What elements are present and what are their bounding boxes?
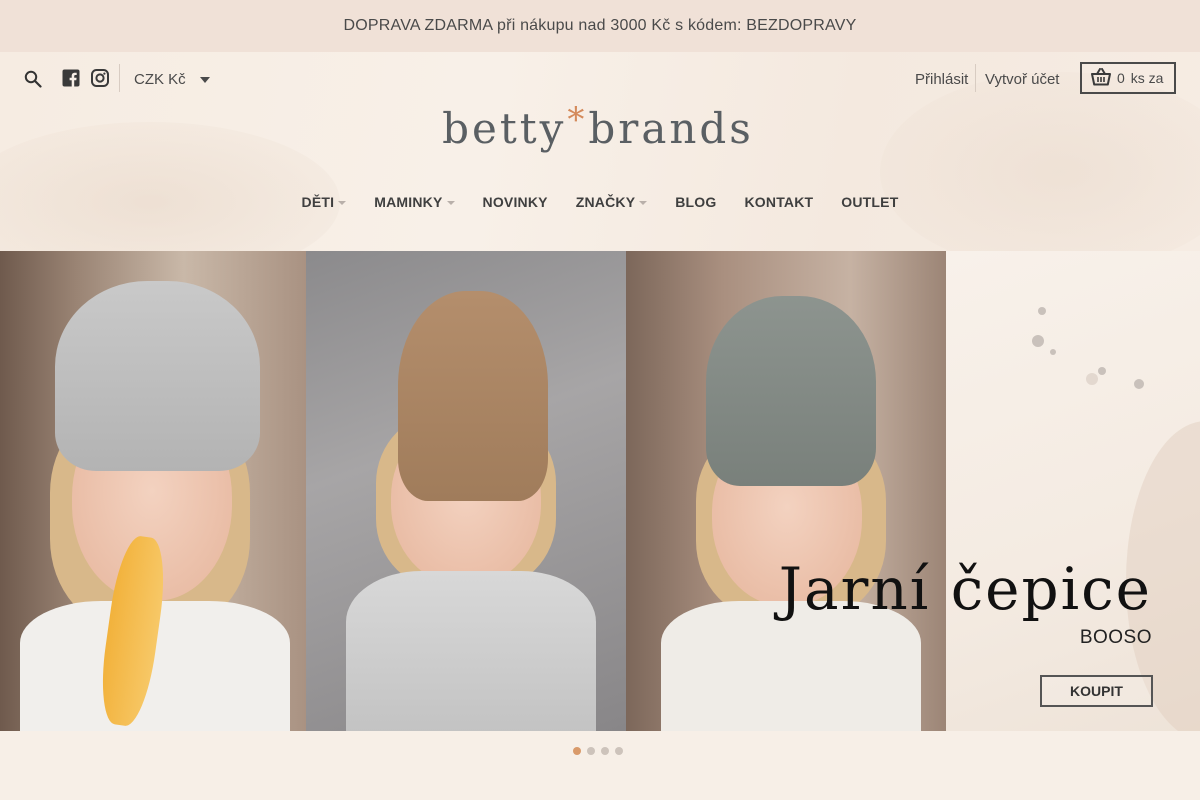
nav-item-znacky[interactable]: ZNAČKY <box>576 190 648 214</box>
nav-item-blog[interactable]: BLOG <box>675 190 716 214</box>
divider <box>975 64 976 92</box>
main-navigation: DĚTI MAMINKY NOVINKY ZNAČKY BLOG KONTAKT… <box>0 190 1200 214</box>
announcement-bar: DOPRAVA ZDARMA při nákupu nad 3000 Kč s … <box>0 0 1200 52</box>
hero-photo-camel-beanie <box>306 251 626 731</box>
buy-button[interactable]: KOUPIT <box>1040 675 1153 707</box>
nav-item-maminky[interactable]: MAMINKY <box>374 190 455 214</box>
slider-dot-3[interactable] <box>601 747 609 755</box>
hero-photo-sage-beanie <box>626 251 946 731</box>
nav-item-outlet[interactable]: OUTLET <box>841 190 898 214</box>
nav-item-novinky[interactable]: NOVINKY <box>483 190 548 214</box>
facebook-icon[interactable] <box>62 69 80 87</box>
cart-button[interactable]: 0 ks za <box>1080 62 1176 94</box>
hero-text-panel <box>946 251 1200 731</box>
divider <box>119 64 120 92</box>
hero-photo-grey-beanie <box>0 251 306 731</box>
nav-item-deti[interactable]: DĚTI <box>302 190 347 214</box>
chevron-down-icon <box>338 201 347 205</box>
logo-text-brands: brands <box>588 103 754 153</box>
currency-value: CZK Kč <box>134 70 186 88</box>
nav-item-kontakt[interactable]: KONTAKT <box>744 190 813 214</box>
logo[interactable]: betty * brands <box>418 100 778 156</box>
slider-dot-1[interactable] <box>573 747 581 755</box>
cart-label: ks za <box>1130 70 1164 86</box>
announcement-text: DOPRAVA ZDARMA při nákupu nad 3000 Kč s … <box>343 17 857 34</box>
chevron-down-icon <box>199 77 210 83</box>
slider-pagination <box>573 747 623 755</box>
slider-dot-2[interactable] <box>587 747 595 755</box>
instagram-icon[interactable] <box>91 69 109 87</box>
hero-slider: Jarní čepice BOOSO KOUPIT <box>0 251 1200 731</box>
chevron-down-icon <box>639 201 648 205</box>
basket-icon <box>1091 67 1111 89</box>
register-link[interactable]: Vytvoř účet <box>985 68 1059 90</box>
slide-subtitle: BOOSO <box>1079 627 1152 648</box>
logo-star: * <box>567 100 588 140</box>
currency-select[interactable]: CZK Kč <box>134 68 210 90</box>
search-icon[interactable] <box>22 68 44 90</box>
slide-title: Jarní čepice <box>778 555 1152 623</box>
cart-count: 0 <box>1117 70 1125 86</box>
logo-text-betty: betty <box>442 103 567 153</box>
login-link[interactable]: Přihlásit <box>915 68 968 90</box>
chevron-down-icon <box>446 201 455 205</box>
top-bar: CZK Kč Přihlásit Vytvoř účet 0 ks za <box>0 52 1200 104</box>
slider-dot-4[interactable] <box>615 747 623 755</box>
